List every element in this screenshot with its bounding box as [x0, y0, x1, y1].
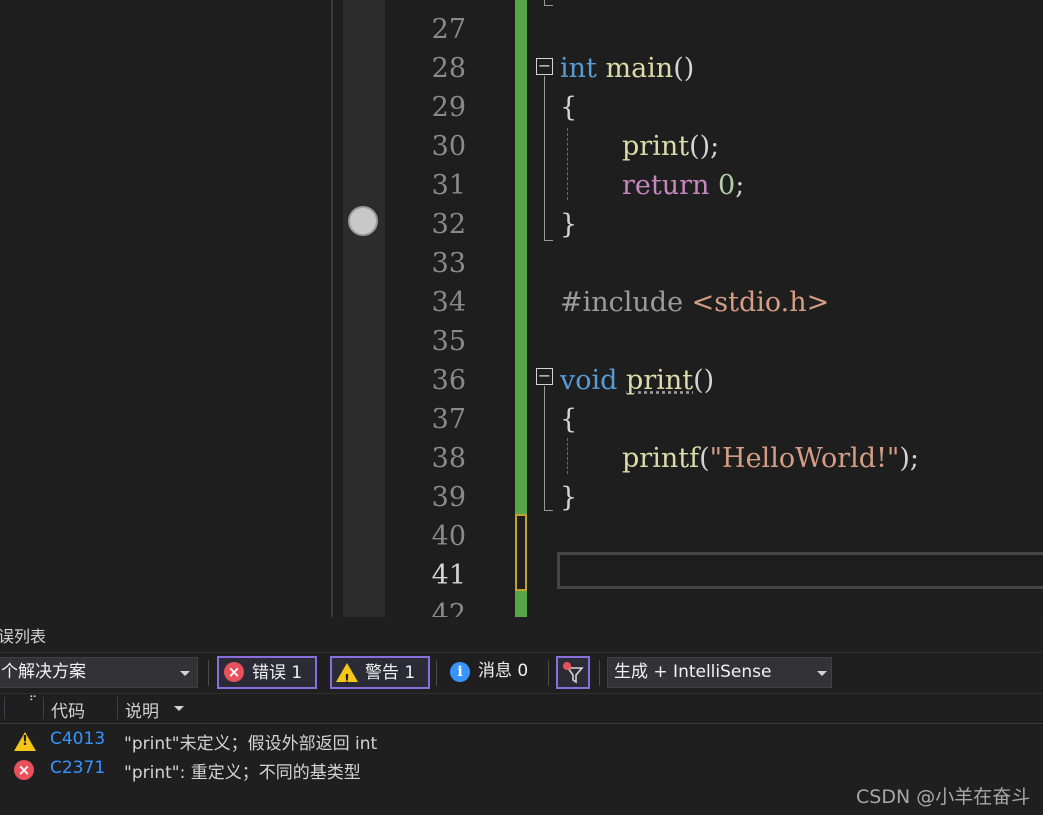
editor-vertical-scrollbar[interactable]	[343, 0, 385, 617]
code-line-34: #include <stdio.h>	[560, 283, 829, 322]
error-description: "print": 重定义；不同的基类型	[124, 763, 361, 783]
error-icon: ×	[14, 760, 34, 780]
punctuation: ()	[673, 53, 695, 84]
messages-filter-label: 消息 0	[478, 661, 529, 681]
divider	[548, 660, 549, 686]
filter-toggle-button[interactable]	[556, 656, 590, 689]
line-number: 35	[431, 326, 466, 357]
keyword: return	[622, 170, 710, 201]
line-number: 38	[431, 443, 466, 474]
scope-dropdown[interactable]: 个解决方案	[0, 657, 198, 688]
panel-title: 误列表	[0, 627, 47, 646]
keyword: void	[560, 365, 618, 396]
fold-region-line	[544, 0, 545, 6]
preprocessor-directive: #include	[560, 287, 684, 318]
pane-splitter[interactable]	[331, 0, 333, 617]
column-separator[interactable]	[117, 697, 118, 719]
include-path: <stdio.h>	[691, 287, 830, 318]
indent-guide	[567, 128, 568, 200]
warnings-filter-button[interactable]: ! 警告 1	[330, 656, 430, 689]
code-line-32: }	[560, 209, 578, 240]
breakpoint-indicator[interactable]	[348, 206, 378, 236]
punctuation: (	[699, 443, 710, 474]
error-code[interactable]: C4013	[50, 729, 105, 749]
column-header-description[interactable]: 说明	[125, 697, 159, 722]
punctuation: ();	[689, 131, 720, 162]
code-line-38: printf("HelloWorld!");	[622, 439, 919, 478]
function-name: print	[626, 365, 694, 396]
punctuation: ()	[693, 365, 715, 396]
table-row[interactable]: ! C4013 "print"未定义；假设外部返回 int	[0, 727, 1043, 756]
unsaved-change-marker	[515, 514, 527, 591]
number-literal: 0	[718, 170, 736, 201]
table-row[interactable]: × C2371 "print": 重定义；不同的基类型	[0, 756, 1043, 785]
fold-region-line	[544, 76, 545, 240]
code-line-39: }	[560, 482, 578, 513]
filter-icon	[563, 662, 584, 684]
error-code[interactable]: C2371	[50, 758, 105, 778]
warnings-filter-label: 警告 1	[365, 663, 416, 683]
punctuation: ;	[735, 170, 745, 201]
line-number: 40	[431, 521, 466, 552]
sort-descending-icon[interactable]	[174, 706, 184, 711]
chevron-down-icon	[180, 671, 190, 676]
code-line-30: print();	[622, 127, 719, 166]
collapse-region-icon[interactable]: −	[536, 368, 553, 385]
column-header-code[interactable]: 代码	[51, 697, 85, 722]
collapse-region-icon[interactable]: −	[536, 58, 553, 75]
fold-region-end	[544, 5, 553, 6]
chevron-down-icon	[817, 671, 827, 676]
code-line-29: {	[560, 92, 578, 123]
watermark: CSDN @小羊在奋斗	[856, 786, 1031, 808]
column-separator[interactable]	[43, 697, 44, 719]
info-icon: i	[450, 662, 470, 682]
errors-filter-label: 错误 1	[252, 663, 303, 683]
errors-filter-button[interactable]: × 错误 1	[217, 656, 317, 689]
line-number: 31	[431, 170, 466, 201]
indent-guide	[567, 438, 568, 474]
line-number: 39	[431, 482, 466, 513]
fold-region-end	[544, 240, 553, 241]
code-line-31: return 0;	[622, 166, 744, 205]
function-call: printf	[622, 443, 700, 474]
fold-region-line	[544, 386, 545, 510]
build-intellisense-dropdown[interactable]: 生成 + IntelliSense	[607, 657, 832, 688]
line-number: 30	[431, 131, 466, 162]
messages-filter-button[interactable]: i 消息 0	[445, 656, 545, 689]
divider	[599, 660, 600, 686]
line-number: 37	[431, 404, 466, 435]
line-number: 32	[431, 209, 466, 240]
divider	[436, 660, 437, 686]
fold-region-end	[544, 510, 553, 511]
keyword: int	[560, 53, 597, 84]
line-number: 36	[431, 365, 466, 396]
build-filter-value: 生成 + IntelliSense	[614, 662, 772, 682]
punctuation: );	[899, 443, 919, 474]
line-number-current: 41	[431, 560, 466, 591]
line-number: 29	[431, 92, 466, 123]
line-number: 33	[431, 248, 466, 279]
function-call: print	[622, 131, 690, 162]
column-separator	[4, 697, 5, 719]
divider	[208, 660, 209, 686]
function-name: main	[605, 53, 674, 84]
solution-pane	[0, 0, 331, 617]
current-line-highlight	[557, 552, 1043, 589]
code-line-37: {	[560, 404, 578, 435]
error-description: "print"未定义；假设外部返回 int	[124, 734, 378, 754]
column-chooser-icon[interactable]: ⠋	[29, 695, 37, 706]
string-literal: "HelloWorld!"	[709, 443, 900, 474]
code-line-36: void print()	[560, 361, 714, 400]
divider	[0, 652, 1043, 653]
code-line-28: int main()	[560, 49, 694, 88]
scope-value: 个解决方案	[1, 662, 86, 682]
line-number: 27	[431, 14, 466, 45]
line-number: 28	[431, 53, 466, 84]
error-icon: ×	[224, 662, 244, 682]
line-number: 34	[431, 287, 466, 318]
line-number: 26	[420, 0, 466, 9]
